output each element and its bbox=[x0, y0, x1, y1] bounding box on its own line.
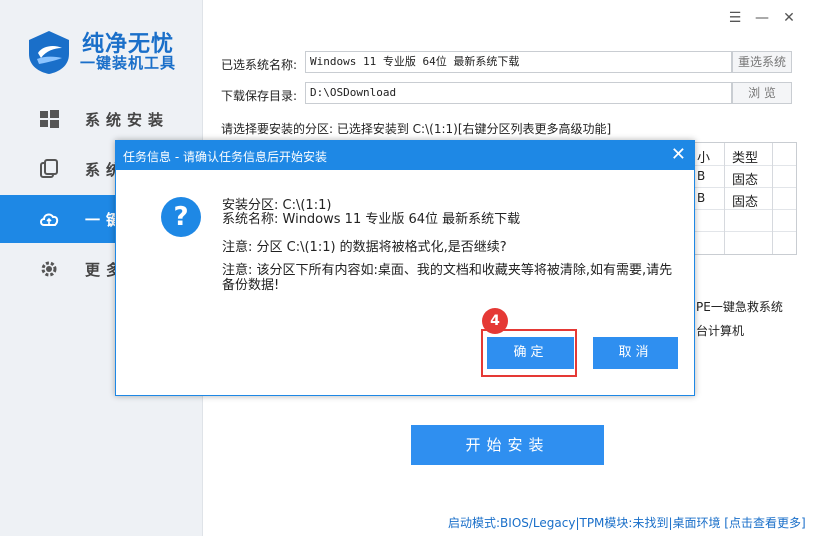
cancel-button[interactable]: 取消 bbox=[593, 337, 678, 369]
windows-icon bbox=[40, 110, 59, 128]
table-row-type: 固态 bbox=[732, 195, 759, 210]
save-dir-label: 下载保存目录: bbox=[221, 89, 298, 103]
table-header-type: 类型 bbox=[732, 151, 759, 166]
confirm-button[interactable]: 确定 bbox=[487, 337, 574, 369]
copy-icon bbox=[40, 159, 58, 178]
status-bar[interactable]: 启动模式:BIOS/Legacy|TPM模块:未找到|桌面环境 [点击查看更多] bbox=[448, 514, 806, 531]
table-row-size: B bbox=[697, 191, 706, 205]
sidebar-item-system-install[interactable]: 系统安装 bbox=[0, 95, 202, 143]
partition-prompt: 请选择要安装的分区: 已选择安装到 C:\(1:1)[右键分区列表更多高级功能] bbox=[221, 122, 612, 136]
table-row-size: B bbox=[697, 169, 706, 183]
brand-subtitle: 一键装机工具 bbox=[80, 54, 177, 72]
close-icon[interactable]: ✕ bbox=[671, 144, 686, 166]
minimize-icon[interactable]: — bbox=[752, 8, 772, 28]
save-dir-field[interactable]: D:\OSDownload bbox=[305, 82, 732, 104]
dialog-notice-line: 注意: 分区 C:\(1:1) 的数据将被格式化,是否继续? bbox=[222, 240, 507, 255]
computer-option[interactable]: 台计算机 bbox=[696, 322, 744, 339]
dialog-title: 任务信息 - 请确认任务信息后开始安装 bbox=[123, 150, 327, 164]
app-logo: 纯净无忧 一键装机工具 bbox=[24, 22, 194, 82]
table-header-size: 小 bbox=[697, 151, 711, 166]
menu-icon[interactable]: ☰ bbox=[725, 8, 745, 28]
dialog-system-line: 系统名称: Windows 11 专业版 64位 最新系统下载 bbox=[222, 212, 521, 227]
system-name-label: 已选系统名称: bbox=[221, 58, 298, 72]
sidebar-item-label: 系统安装 bbox=[85, 111, 170, 129]
reselect-system-button[interactable]: 重选系统 bbox=[732, 51, 792, 73]
gear-icon bbox=[41, 261, 57, 277]
browse-button[interactable]: 浏 览 bbox=[732, 82, 792, 104]
close-icon[interactable]: ✕ bbox=[779, 8, 799, 28]
system-name-field[interactable]: Windows 11 专业版 64位 最新系统下载 bbox=[305, 51, 732, 73]
brand-logo-icon bbox=[29, 31, 69, 74]
cloud-upload-icon bbox=[40, 213, 59, 226]
pe-rescue-option[interactable]: PE一键急救系统 bbox=[696, 298, 783, 315]
start-install-button[interactable]: 开始安装 bbox=[411, 425, 604, 465]
table-row-type: 固态 bbox=[732, 173, 759, 188]
step-badge: 4 bbox=[482, 308, 508, 334]
dialog-warning-text: 注意: 该分区下所有内容如:桌面、我的文档和收藏夹等将被清除,如有需要,请先备份… bbox=[222, 263, 673, 293]
task-confirm-dialog: 任务信息 - 请确认任务信息后开始安装 ✕ ? 安装分区: C:\(1:1) 系… bbox=[115, 140, 695, 396]
dialog-titlebar: 任务信息 - 请确认任务信息后开始安装 ✕ bbox=[116, 141, 694, 170]
question-icon: ? bbox=[161, 197, 201, 237]
